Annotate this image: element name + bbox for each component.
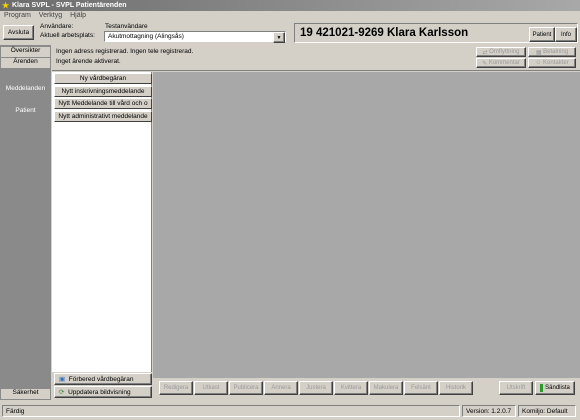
status-komiljo: Komiljo: Default: [518, 405, 576, 417]
arende-info: Inget ärende aktiverat.: [56, 58, 121, 65]
kontakter-button[interactable]: ☺ Kontakter: [528, 58, 576, 68]
historik-button[interactable]: Historik: [439, 381, 473, 395]
patient-banner: 19 421021-9269 Klara Karlsson Patient In…: [294, 23, 578, 43]
status-version: Version: 1.2.0.7: [462, 405, 516, 417]
kommentar-button[interactable]: ✎ Kommentar: [476, 58, 526, 68]
menu-bar: Program Verktyg Hjälp: [0, 11, 580, 21]
patient-id: 19 421021-9269 Klara Karlsson: [300, 27, 469, 39]
address-info: Ingen adress registrerad. Ingen tele reg…: [56, 48, 194, 55]
omflyttning-label: Omflyttning: [489, 49, 520, 55]
justera-button[interactable]: Justera: [299, 381, 333, 395]
workplace-select[interactable]: Akutmottagning (Alingsås) ▼: [104, 31, 286, 43]
redigera-button[interactable]: Redigera: [159, 381, 193, 395]
title-bar: ★ Klara SVPL - SVPL Patientärenden: [0, 0, 580, 11]
test-user-label: Testanvändare: [105, 23, 148, 30]
chevron-down-icon[interactable]: ▼: [273, 32, 285, 43]
status-left: Färdig: [2, 405, 460, 417]
user-label: Användare:: [40, 23, 74, 30]
publicera-button[interactable]: Publicera: [229, 381, 263, 395]
kontakter-label: Kontakter: [543, 60, 569, 66]
kvittera-button[interactable]: Kvittera: [334, 381, 368, 395]
toolbar: Avsluta Användare: Aktuell arbetsplats: …: [0, 21, 580, 45]
menu-item-nytt-administrativt[interactable]: Nytt administrativt meddelande: [54, 111, 152, 122]
sandlista-button[interactable]: Sändlista: [535, 381, 575, 395]
workplace-label: Aktuell arbetsplats:: [40, 32, 95, 39]
sidebar: Översikter Ärenden Meddelanden Patient S…: [0, 45, 51, 400]
action-bar: Redigera Utkast Publicera Annera Justera…: [153, 378, 580, 400]
status-bar: Färdig Version: 1.2.0.7 Komiljo: Default: [0, 402, 580, 420]
menu-item-nytt-meddelande-vard[interactable]: Nytt Meddelande till vård och o: [54, 98, 152, 109]
tab-arenden[interactable]: Ärenden: [1, 58, 50, 68]
annera-button[interactable]: Annera: [264, 381, 298, 395]
tab-meddelanden[interactable]: Meddelanden: [1, 85, 50, 95]
kommentar-icon: ✎: [482, 60, 489, 67]
tab-oversikter[interactable]: Översikter: [1, 47, 50, 57]
info-strip: Ingen adress registrerad. Ingen tele reg…: [52, 45, 580, 71]
uppdatera-bildvisning-button[interactable]: ⟳ Uppdatera bildvisning: [54, 386, 152, 398]
main-content-area: [153, 72, 580, 378]
workplace-value: Akutmottagning (Alingsås): [108, 33, 184, 40]
makulera-button[interactable]: Makulera: [369, 381, 403, 395]
menu-program[interactable]: Program: [4, 12, 31, 19]
menu-hjalp[interactable]: Hjälp: [70, 12, 86, 19]
betalning-button[interactable]: ▦ Betalning: [528, 47, 576, 57]
omflyttning-icon: ⇄: [482, 49, 490, 56]
uppdatera-icon: ⟳: [59, 389, 69, 396]
omflyttning-button[interactable]: ⇄ Omflyttning: [476, 47, 526, 57]
menu-item-ny-vardbegaran[interactable]: Ny vårdbegäran: [54, 73, 152, 84]
sandlista-label: Sändlista: [545, 385, 570, 391]
forbered-icon: ▣: [59, 376, 69, 383]
app-star-icon: ★: [2, 1, 10, 10]
utkast-button[interactable]: Utkast: [194, 381, 228, 395]
kontakter-icon: ☺: [535, 60, 544, 66]
tab-patient[interactable]: Patient: [1, 107, 50, 117]
menu-verktyg[interactable]: Verktyg: [39, 12, 62, 19]
kommentar-label: Kommentar: [488, 60, 520, 66]
sandlista-icon: [540, 384, 544, 392]
menu-item-nytt-inskrivningsmeddelande[interactable]: Nytt inskrivningsmeddelande: [54, 86, 152, 97]
utskrift-button[interactable]: Utskrift: [499, 381, 533, 395]
betalning-icon: ▦: [535, 49, 544, 56]
forbered-label: Förbered vårdbegäran: [68, 375, 134, 383]
uppdatera-label: Uppdatera bildvisning: [68, 388, 131, 396]
window-title: Klara SVPL - SVPL Patientärenden: [12, 2, 127, 9]
patient-button[interactable]: Patient: [529, 27, 555, 42]
felsant-button[interactable]: Felsänt: [404, 381, 438, 395]
betalning-label: Betalning: [543, 49, 569, 55]
forbered-vardbegaran-button[interactable]: ▣ Förbered vårdbegäran: [54, 373, 152, 385]
avsluta-button[interactable]: Avsluta: [3, 25, 34, 40]
tab-sakerhet[interactable]: Säkerhet: [1, 389, 50, 399]
info-button[interactable]: Info: [555, 27, 577, 42]
